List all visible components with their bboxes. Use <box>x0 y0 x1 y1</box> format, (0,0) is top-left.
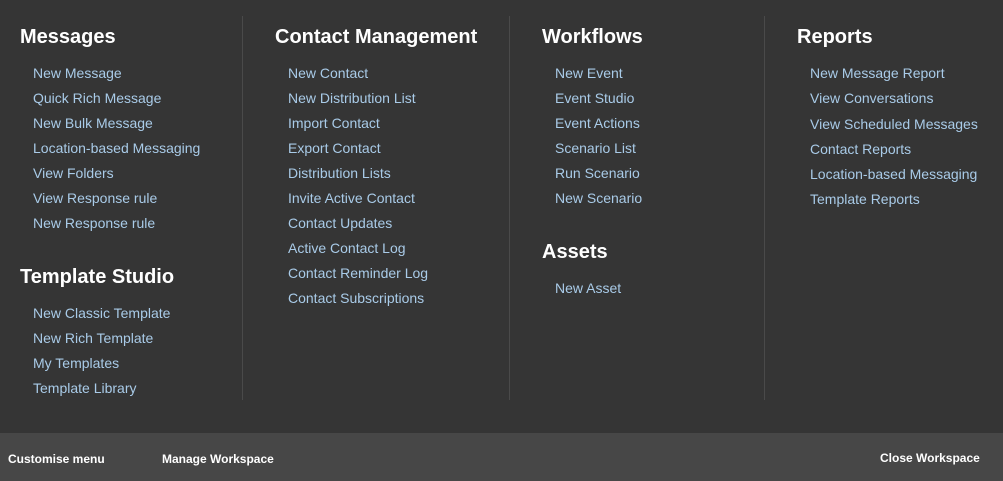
manage-workspace-button[interactable]: Manage Workspace <box>162 451 274 467</box>
menu-item-contact-subscriptions[interactable]: Contact Subscriptions <box>288 289 424 307</box>
menu-item-new-bulk-message[interactable]: New Bulk Message <box>33 114 153 132</box>
menu-item-template-library[interactable]: Template Library <box>33 379 137 397</box>
column-divider <box>242 16 243 400</box>
menu-item-view-conversations[interactable]: View Conversations <box>810 89 933 107</box>
menu-item-new-distribution-list[interactable]: New Distribution List <box>288 89 416 107</box>
menu-item-new-scenario[interactable]: New Scenario <box>555 189 642 207</box>
menu-item-import-contact[interactable]: Import Contact <box>288 114 380 132</box>
menu-item-new-contact[interactable]: New Contact <box>288 64 368 82</box>
workspace-footer: Customise menu Manage Workspace Close Wo… <box>0 433 1003 481</box>
menu-item-quick-rich-message[interactable]: Quick Rich Message <box>33 89 161 107</box>
menu-item-view-response-rule[interactable]: View Response rule <box>33 189 157 207</box>
menu-item-contact-updates[interactable]: Contact Updates <box>288 214 392 232</box>
heading-reports: Reports <box>797 26 873 48</box>
heading-contact-management: Contact Management <box>275 26 478 48</box>
menu-item-my-templates[interactable]: My Templates <box>33 354 119 372</box>
menu-item-scenario-list[interactable]: Scenario List <box>555 139 636 157</box>
menu-item-new-classic-template[interactable]: New Classic Template <box>33 304 170 322</box>
menu-item-new-rich-template[interactable]: New Rich Template <box>33 329 153 347</box>
menu-item-contact-reports[interactable]: Contact Reports <box>810 140 911 158</box>
heading-messages: Messages <box>20 26 116 48</box>
menu-item-contact-reminder-log[interactable]: Contact Reminder Log <box>288 264 428 282</box>
heading-assets: Assets <box>542 241 608 263</box>
menu-item-distribution-lists[interactable]: Distribution Lists <box>288 164 391 182</box>
menu-item-template-reports[interactable]: Template Reports <box>810 190 920 208</box>
column-divider <box>764 16 765 400</box>
close-workspace-button[interactable]: Close Workspace <box>880 450 980 466</box>
menu-item-export-contact[interactable]: Export Contact <box>288 139 381 157</box>
menu-panel: Messages New Message Quick Rich Message … <box>0 0 1003 433</box>
menu-item-active-contact-log[interactable]: Active Contact Log <box>288 239 406 257</box>
menu-item-new-asset[interactable]: New Asset <box>555 279 621 297</box>
menu-item-new-event[interactable]: New Event <box>555 64 623 82</box>
menu-item-location-based-messaging[interactable]: Location-based Messaging <box>33 139 200 157</box>
menu-item-run-scenario[interactable]: Run Scenario <box>555 164 640 182</box>
column-divider <box>509 16 510 400</box>
menu-item-location-based-messaging-report[interactable]: Location-based Messaging <box>810 165 977 183</box>
menu-item-view-folders[interactable]: View Folders <box>33 164 114 182</box>
customise-menu-button[interactable]: Customise menu <box>8 451 105 467</box>
menu-item-new-message[interactable]: New Message <box>33 64 122 82</box>
menu-item-invite-active-contact[interactable]: Invite Active Contact <box>288 189 415 207</box>
menu-item-event-actions[interactable]: Event Actions <box>555 114 640 132</box>
menu-item-new-message-report[interactable]: New Message Report <box>810 64 945 82</box>
menu-item-view-scheduled-messages[interactable]: View Scheduled Messages <box>810 115 978 133</box>
heading-workflows: Workflows <box>542 26 643 48</box>
heading-template-studio: Template Studio <box>20 266 175 288</box>
menu-item-event-studio[interactable]: Event Studio <box>555 89 634 107</box>
menu-item-new-response-rule[interactable]: New Response rule <box>33 214 155 232</box>
